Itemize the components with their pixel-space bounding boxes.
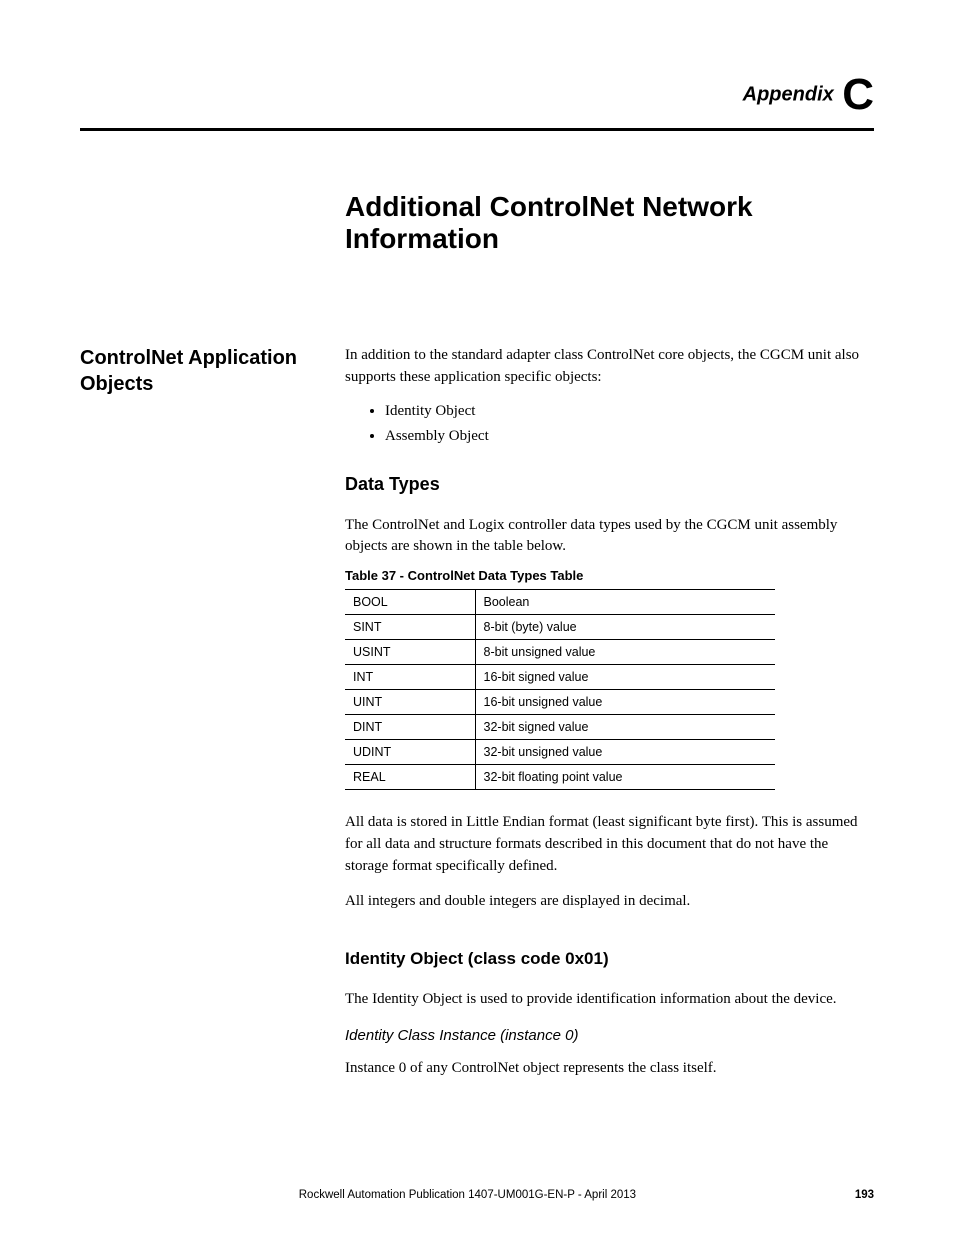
type-name: UDINT xyxy=(345,740,475,765)
type-desc: 16-bit signed value xyxy=(475,665,775,690)
intro-bullet-list: Identity Object Assembly Object xyxy=(385,399,874,450)
identity-instance-note: Instance 0 of any ControlNet object repr… xyxy=(345,1058,874,1080)
table-row: UDINT32-bit unsigned value xyxy=(345,740,775,765)
type-name: USINT xyxy=(345,640,475,665)
type-name: REAL xyxy=(345,765,475,790)
appendix-letter: C xyxy=(842,70,874,119)
data-types-intro: The ControlNet and Logix controller data… xyxy=(345,515,874,559)
page-number: 193 xyxy=(855,1189,874,1201)
header-rule xyxy=(80,128,874,131)
table-row: INT16-bit signed value xyxy=(345,665,775,690)
data-types-table: BOOLBoolean SINT8-bit (byte) value USINT… xyxy=(345,589,775,790)
side-heading: ControlNet Application Objects xyxy=(80,345,345,397)
data-types-heading: Data Types xyxy=(345,474,874,495)
type-name: BOOL xyxy=(345,590,475,615)
table-row: USINT8-bit unsigned value xyxy=(345,640,775,665)
type-name: DINT xyxy=(345,715,475,740)
type-desc: 32-bit signed value xyxy=(475,715,775,740)
list-item: Identity Object xyxy=(385,399,874,425)
type-desc: 8-bit (byte) value xyxy=(475,615,775,640)
main-column: In addition to the standard adapter clas… xyxy=(345,345,874,1090)
type-desc: 32-bit floating point value xyxy=(475,765,775,790)
identity-subheading: Identity Class Instance (instance 0) xyxy=(345,1027,874,1044)
table-row: SINT8-bit (byte) value xyxy=(345,615,775,640)
identity-heading: Identity Object (class code 0x01) xyxy=(345,949,874,969)
type-name: INT xyxy=(345,665,475,690)
list-item: Assembly Object xyxy=(385,424,874,450)
type-name: SINT xyxy=(345,615,475,640)
appendix-header: Appendix C xyxy=(80,70,874,120)
appendix-word: Appendix xyxy=(743,84,834,106)
table-row: BOOLBoolean xyxy=(345,590,775,615)
table-row: DINT32-bit signed value xyxy=(345,715,775,740)
type-desc: 16-bit unsigned value xyxy=(475,690,775,715)
intro-paragraph: In addition to the standard adapter clas… xyxy=(345,345,874,389)
type-desc: 32-bit unsigned value xyxy=(475,740,775,765)
page-footer: Rockwell Automation Publication 1407-UM0… xyxy=(80,1189,874,1201)
type-name: UINT xyxy=(345,690,475,715)
footer-publication: Rockwell Automation Publication 1407-UM0… xyxy=(80,1189,855,1201)
endian-note: All data is stored in Little Endian form… xyxy=(345,812,874,877)
identity-intro: The Identity Object is used to provide i… xyxy=(345,989,874,1011)
type-desc: 8-bit unsigned value xyxy=(475,640,775,665)
decimal-note: All integers and double integers are dis… xyxy=(345,891,874,913)
table-caption: Table 37 - ControlNet Data Types Table xyxy=(345,568,874,583)
chapter-title: Additional ControlNet Network Informatio… xyxy=(345,191,874,255)
table-row: UINT16-bit unsigned value xyxy=(345,690,775,715)
table-row: REAL32-bit floating point value xyxy=(345,765,775,790)
type-desc: Boolean xyxy=(475,590,775,615)
